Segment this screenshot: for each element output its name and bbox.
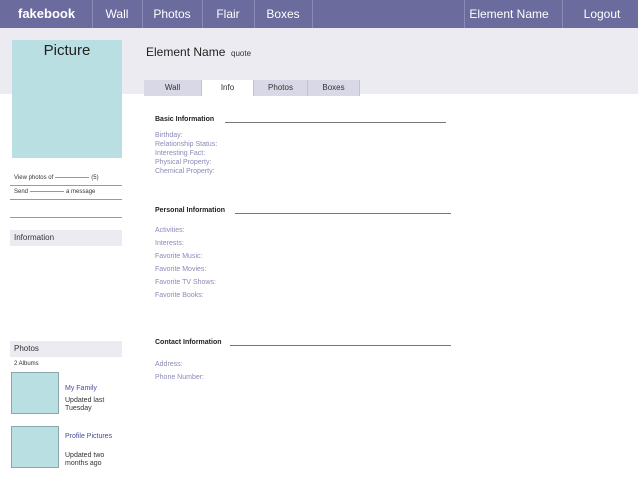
tab-photos[interactable]: Photos — [254, 80, 308, 96]
field-phone-number: Phone Number: — [155, 374, 205, 381]
name-placeholder — [30, 190, 65, 192]
view-photos-prefix: View photos of — [14, 175, 54, 181]
personal-info-title: Personal Information — [155, 207, 226, 214]
field-address: Address: — [155, 361, 183, 368]
contact-info-title: Contact Information — [155, 339, 222, 346]
nav-divider — [312, 0, 313, 28]
send-suffix: a message — [66, 189, 96, 195]
view-photos-link[interactable]: View photos of (5) — [14, 175, 99, 181]
field-favorite-movies: Favorite Movies: — [155, 266, 207, 273]
nav-wall[interactable]: Wall — [92, 0, 142, 28]
album-updated: Updated last Tuesday — [65, 397, 105, 412]
nav-divider — [562, 0, 563, 28]
logout-link[interactable]: Logout — [566, 0, 638, 28]
send-message-link[interactable]: Send a message — [14, 189, 95, 195]
field-activities: Activities: — [155, 227, 185, 234]
section-rule — [235, 213, 451, 214]
album-name-link[interactable]: Profile Pictures — [65, 433, 115, 441]
albums-count: 2 Albums — [14, 361, 39, 367]
tab-boxes[interactable]: Boxes — [308, 80, 360, 96]
picture-label: Picture — [43, 42, 91, 59]
section-rule — [225, 122, 446, 123]
send-prefix: Send — [14, 189, 29, 195]
album-updated: Updated two months ago — [65, 452, 105, 467]
basic-info-title: Basic Information — [155, 116, 215, 123]
album-name-link[interactable]: My Family — [65, 385, 115, 393]
field-favorite-tv-shows: Favorite TV Shows: — [155, 279, 216, 286]
field-interests: Interests: — [155, 240, 184, 247]
album-thumbnail[interactable] — [11, 426, 59, 468]
tab-info[interactable]: Info — [202, 80, 254, 96]
field-birthday: Birthday: — [155, 132, 183, 139]
field-favorite-books: Favorite Books: — [155, 292, 204, 299]
field-interesting-fact: Interesting Fact: — [155, 150, 206, 157]
field-physical-property: Physical Property: — [155, 159, 212, 166]
nav-photos[interactable]: Photos — [142, 0, 202, 28]
information-header: Information — [10, 230, 122, 246]
profile-name: Element Name — [146, 45, 226, 59]
nav-boxes[interactable]: Boxes — [254, 0, 312, 28]
section-rule — [230, 345, 451, 346]
divider — [10, 199, 122, 200]
field-relationship-status: Relationship Status: — [155, 141, 218, 148]
nav-flair[interactable]: Flair — [202, 0, 254, 28]
divider — [10, 185, 122, 186]
album-thumbnail[interactable] — [11, 372, 59, 414]
view-photos-count: (5) — [91, 175, 99, 181]
field-chemical-property: Chemical Property: — [155, 168, 215, 175]
divider — [10, 217, 122, 218]
field-favorite-music: Favorite Music: — [155, 253, 203, 260]
profile-quote: quote — [231, 49, 252, 58]
name-placeholder — [55, 176, 90, 178]
photos-header: Photos — [10, 341, 122, 357]
brand-logo[interactable]: fakebook — [18, 0, 88, 28]
nav-element-name[interactable]: Element Name — [464, 0, 554, 28]
tab-wall[interactable]: Wall — [144, 80, 202, 96]
